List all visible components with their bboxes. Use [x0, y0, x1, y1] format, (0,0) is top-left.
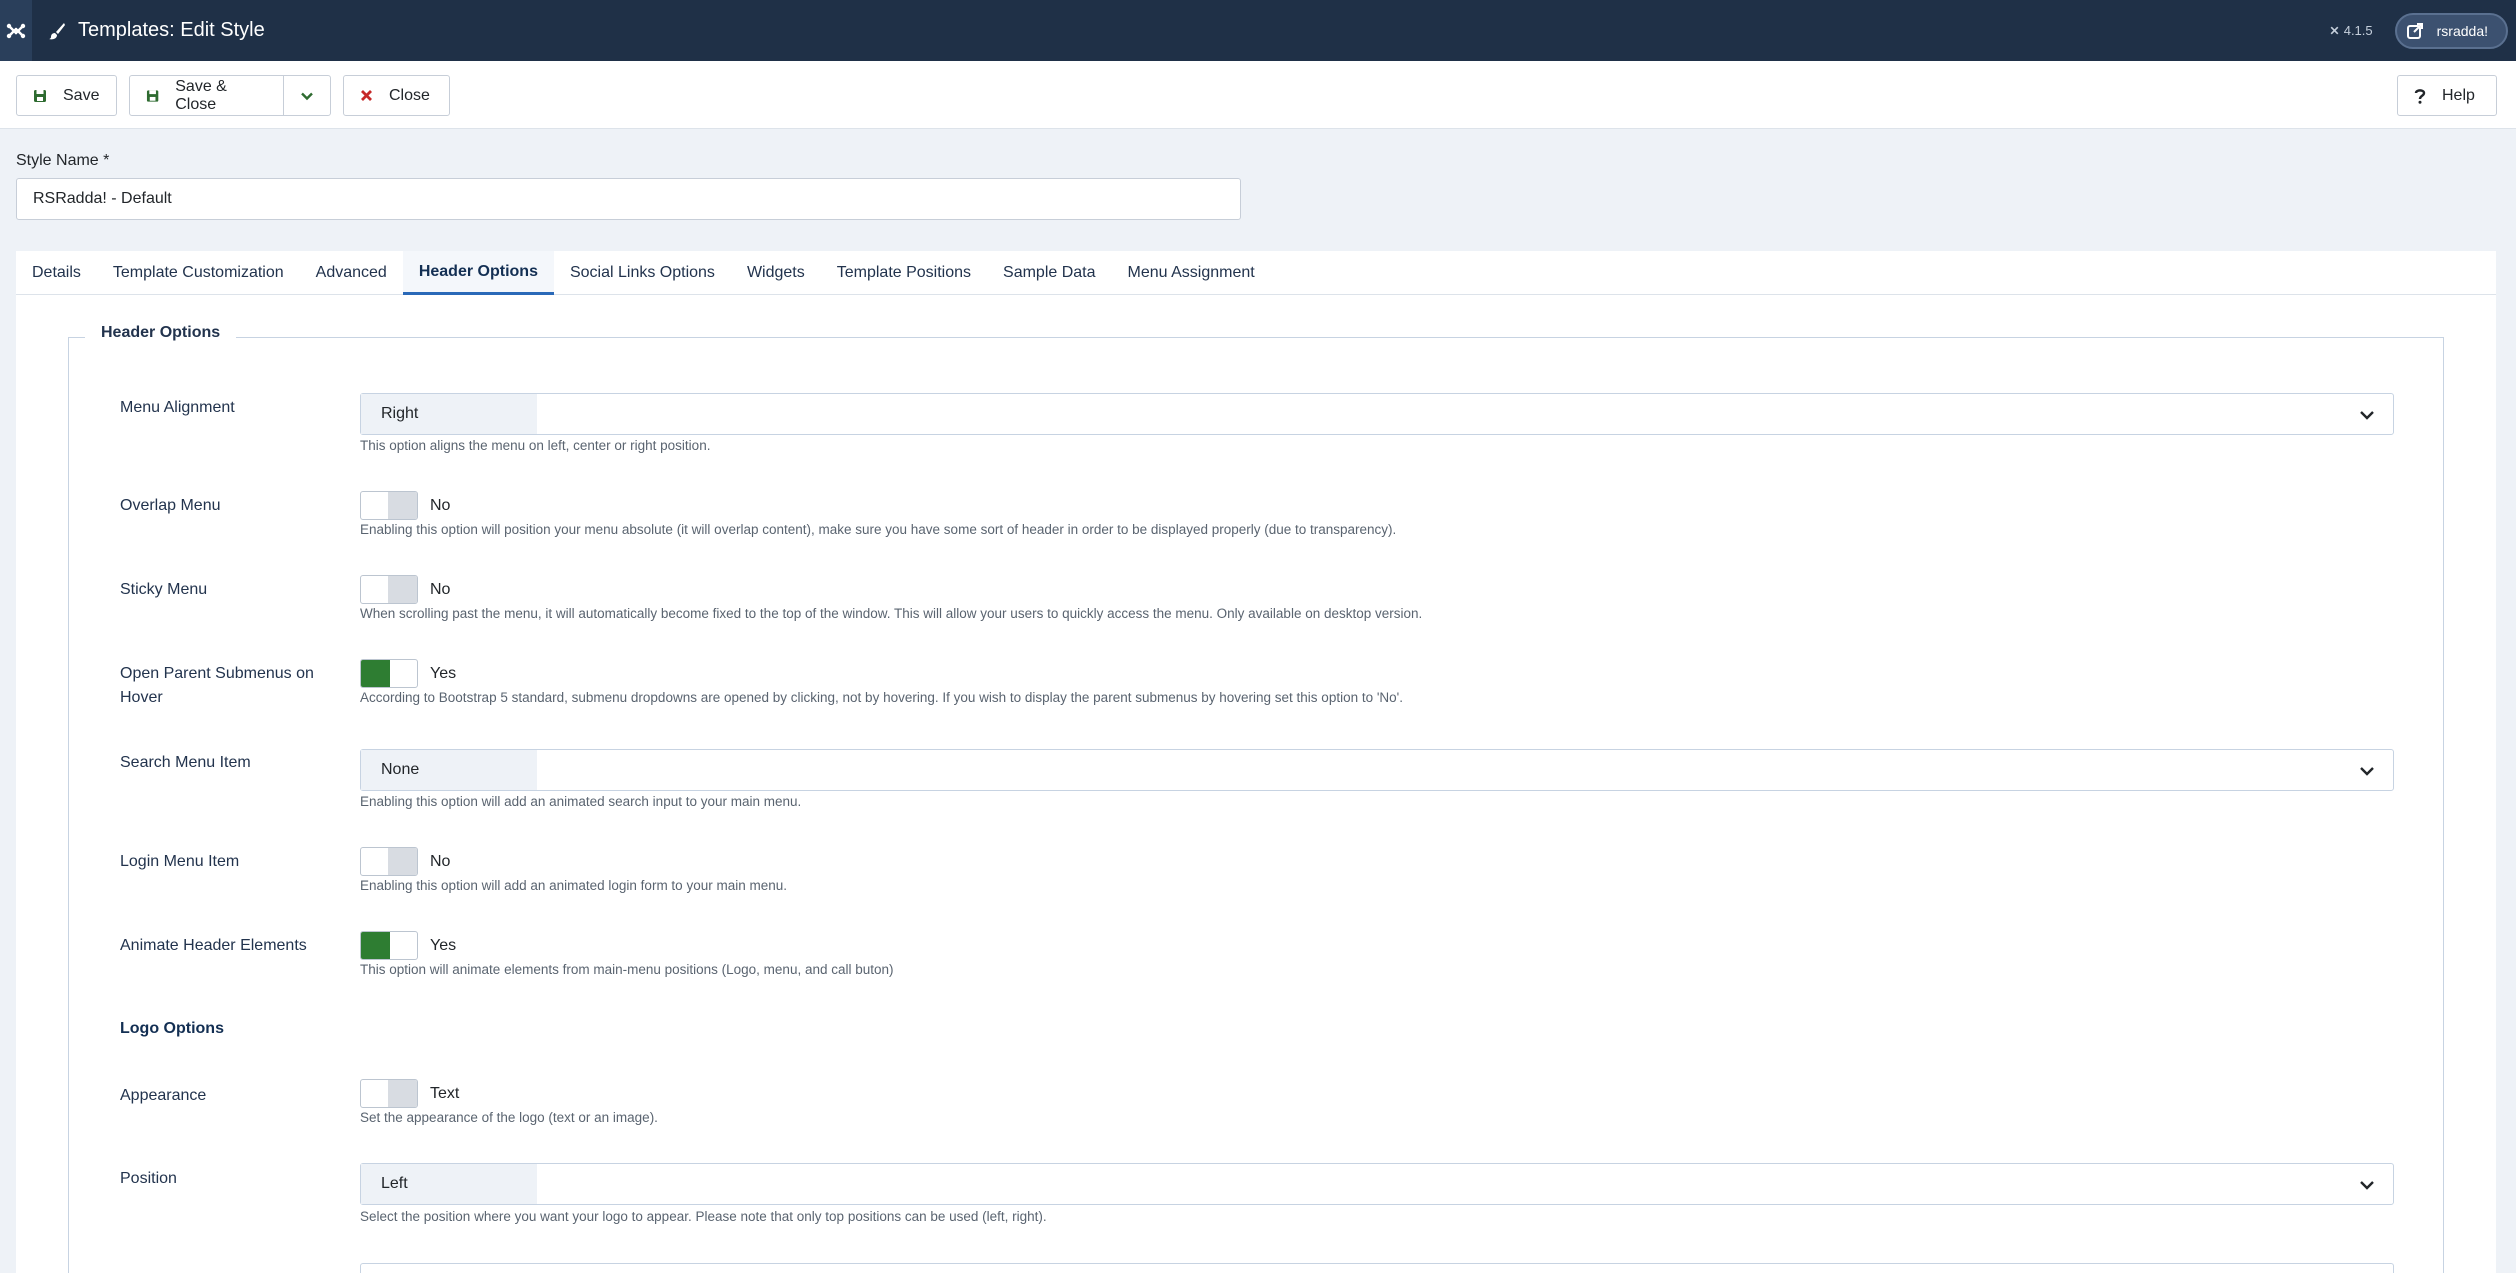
joomla-logo[interactable]	[0, 0, 32, 61]
sticky-menu-help: When scrolling past the menu, it will au…	[360, 606, 1423, 621]
chevron-down-icon	[2360, 411, 2374, 420]
overlap-menu-help: Enabling this option will position your …	[360, 522, 1397, 537]
version-badge: 4.1.5	[2329, 23, 2373, 38]
help-button[interactable]: Help	[2397, 75, 2497, 116]
open-parent-submenus-help: According to Bootstrap 5 standard, subme…	[360, 690, 1404, 705]
animate-header-help: This option will animate elements from m…	[360, 962, 894, 977]
appearance-toggle[interactable]	[360, 1079, 418, 1108]
open-parent-submenus-value: Yes	[430, 664, 457, 682]
save-button[interactable]: Save	[16, 75, 117, 116]
tab-widgets[interactable]: Widgets	[731, 251, 821, 295]
tab-panel-header-options: Header Options Menu Alignment Right This…	[16, 295, 2496, 1273]
menu-alignment-label: Menu Alignment	[120, 399, 235, 416]
tab-menu-assignment[interactable]: Menu Assignment	[1112, 251, 1271, 295]
tab-bar: Details Template Customization Advanced …	[16, 251, 2496, 295]
style-name-label: Style Name *	[16, 152, 110, 169]
tab-social-links-options[interactable]: Social Links Options	[554, 251, 731, 295]
login-menu-item-help: Enabling this option will add an animate…	[360, 878, 787, 893]
save-close-label: Save & Close	[175, 77, 227, 113]
overlap-menu-toggle[interactable]	[360, 491, 418, 520]
chevron-down-icon	[2360, 1181, 2374, 1190]
appearance-value: Text	[430, 1084, 460, 1102]
chevron-down-icon	[2360, 767, 2374, 776]
version-text: 4.1.5	[2343, 23, 2373, 38]
save-label: Save	[63, 86, 100, 104]
search-menu-item-help: Enabling this option will add an animate…	[360, 794, 802, 809]
tab-template-positions[interactable]: Template Positions	[821, 251, 987, 295]
open-parent-submenus-label: Open Parent Submenus on Hover	[120, 665, 314, 706]
next-field-partial[interactable]	[360, 1263, 2394, 1273]
tab-template-customization[interactable]: Template Customization	[97, 251, 300, 295]
close-button[interactable]: Close	[343, 75, 450, 116]
sticky-menu-label: Sticky Menu	[120, 581, 208, 598]
close-icon	[361, 90, 372, 101]
question-icon	[2414, 88, 2426, 104]
top-header: Templates: Edit Style 4.1.5 rsradda!	[0, 0, 2516, 61]
login-menu-item-toggle[interactable]	[360, 847, 418, 876]
style-name-input[interactable]	[16, 178, 1241, 220]
external-edit-icon	[2403, 19, 2427, 43]
page-title: Templates: Edit Style	[48, 19, 265, 42]
help-label: Help	[2442, 86, 2475, 104]
tab-header-options[interactable]: Header Options	[402, 251, 554, 295]
login-menu-item-value: No	[430, 852, 451, 870]
search-menu-item-label: Search Menu Item	[120, 754, 251, 771]
toolbar: Save Save & Close Close Help	[0, 61, 2516, 129]
joomla-icon	[6, 23, 26, 38]
open-parent-submenus-toggle[interactable]	[360, 659, 418, 688]
position-value: Left	[361, 1164, 537, 1204]
position-label: Position	[120, 1170, 177, 1187]
joomla-small-icon	[2330, 26, 2339, 35]
overlap-menu-label: Overlap Menu	[120, 497, 221, 514]
tab-sample-data[interactable]: Sample Data	[987, 251, 1112, 295]
login-menu-item-label: Login Menu Item	[120, 853, 240, 870]
search-menu-item-value: None	[361, 750, 537, 790]
appearance-label: Appearance	[120, 1087, 207, 1104]
appearance-help: Set the appearance of the logo (text or …	[360, 1110, 658, 1125]
save-close-button[interactable]: Save & Close	[129, 75, 284, 116]
position-help: Select the position where you want your …	[360, 1209, 1047, 1224]
sticky-menu-toggle[interactable]	[360, 575, 418, 604]
page-title-text: Templates: Edit Style	[78, 19, 265, 41]
floppy-icon	[34, 89, 46, 102]
tab-advanced[interactable]: Advanced	[300, 251, 403, 295]
animate-header-toggle[interactable]	[360, 931, 418, 960]
logo-options-heading: Logo Options	[120, 1020, 224, 1037]
close-label: Close	[389, 86, 430, 104]
user-menu-button[interactable]: rsradda!	[2394, 12, 2508, 49]
animate-header-label: Animate Header Elements	[120, 937, 307, 954]
paint-brush-icon	[49, 22, 65, 39]
user-name: rsradda!	[2436, 22, 2488, 39]
search-menu-item-select[interactable]: None	[360, 749, 2394, 791]
sticky-menu-value: No	[430, 580, 451, 598]
save-options-dropdown-button[interactable]	[283, 75, 331, 116]
fieldset-legend: Header Options	[85, 324, 237, 342]
chevron-down-icon	[301, 92, 313, 100]
animate-header-value: Yes	[430, 936, 457, 954]
floppy-icon	[146, 89, 159, 102]
overlap-menu-value: No	[430, 496, 451, 514]
menu-alignment-help: This option aligns the menu on left, cen…	[360, 438, 711, 453]
position-select[interactable]: Left	[360, 1163, 2394, 1205]
menu-alignment-select[interactable]: Right	[360, 393, 2394, 435]
tab-details[interactable]: Details	[16, 251, 97, 295]
menu-alignment-value: Right	[361, 394, 537, 434]
